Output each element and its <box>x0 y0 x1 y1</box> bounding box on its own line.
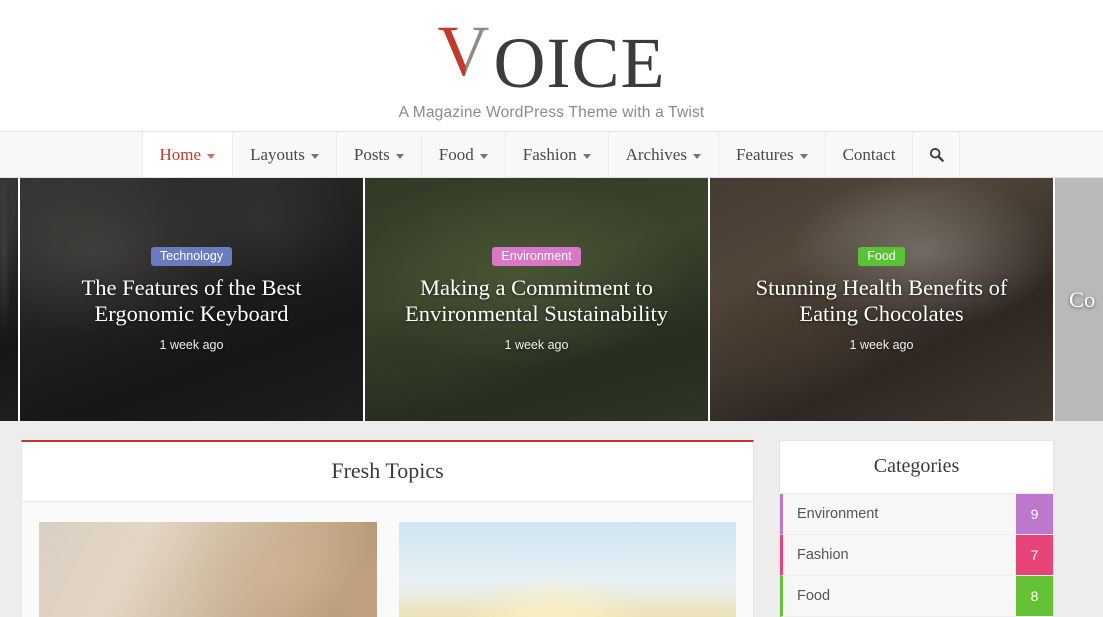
nav-item-food[interactable]: Food <box>420 132 506 177</box>
slide-content: Environment Making a Commitment to Enviro… <box>365 178 708 421</box>
slide-category-badge[interactable]: Food <box>858 247 905 266</box>
slider-slide-partial[interactable] <box>0 178 18 421</box>
nav-item-archives[interactable]: Archives <box>607 132 719 177</box>
category-count-badge: 7 <box>1016 535 1053 575</box>
chevron-down-icon <box>479 153 488 159</box>
main-navigation: Home Layouts Posts Food Fashion Archives Featu… <box>0 131 1103 178</box>
categories-widget-title: Categories <box>873 455 960 477</box>
site-logo[interactable]: V V OICE <box>438 15 666 100</box>
slide-content: Technology The Features of the Best Ergon… <box>20 178 363 421</box>
slide-title[interactable]: Co <box>1069 287 1095 313</box>
site-header: V V OICE A Magazine WordPress Theme with… <box>0 0 1103 131</box>
nav-item-label: Layouts <box>250 144 305 164</box>
logo-letter-v: V V <box>438 15 494 87</box>
category-name[interactable]: Environment <box>783 494 1016 534</box>
logo-text-rest: OICE <box>493 23 666 103</box>
content-wrapper: Fresh Topics Categories Environment 9 Fash… <box>0 421 1103 617</box>
category-count-badge: 9 <box>1016 494 1053 534</box>
topic-card[interactable] <box>398 522 736 617</box>
slider-slide[interactable]: Technology The Features of the Best Ergon… <box>20 178 363 421</box>
category-list-item[interactable]: Environment 9 <box>780 494 1053 535</box>
nav-item-contact[interactable]: Contact <box>824 132 914 177</box>
topic-grid <box>39 522 736 617</box>
slide-category-badge[interactable]: Environment <box>492 247 581 266</box>
nav-search-button[interactable] <box>912 132 961 177</box>
nav-item-layouts[interactable]: Layouts <box>232 132 337 177</box>
nav-item-posts[interactable]: Posts <box>335 132 422 177</box>
topic-card[interactable] <box>39 522 377 617</box>
slide-content <box>0 178 18 421</box>
nav-item-features[interactable]: Features <box>717 132 826 177</box>
nav-item-label: Contact <box>842 144 896 164</box>
slide-title[interactable]: Making a Commitment to Environmental Sus… <box>379 275 694 327</box>
slide-date: 1 week ago <box>849 338 914 352</box>
categories-widget: Categories Environment9Fashion7Food8Life… <box>779 440 1054 617</box>
nav-item-home[interactable]: Home <box>141 132 234 177</box>
slide-title[interactable]: The Features of the Best Ergonomic Keybo… <box>34 275 349 327</box>
nav-item-label: Archives <box>625 144 687 164</box>
chevron-down-icon <box>582 153 591 159</box>
fresh-topics-panel: Fresh Topics <box>21 440 754 617</box>
slide-date: 1 week ago <box>504 338 569 352</box>
search-icon <box>929 147 944 162</box>
chevron-down-icon <box>207 153 216 159</box>
fresh-topics-body <box>22 502 753 617</box>
chevron-down-icon <box>395 153 404 159</box>
fresh-topics-title: Fresh Topics <box>331 458 444 483</box>
nav-item-fashion[interactable]: Fashion <box>504 132 609 177</box>
categories-widget-header: Categories <box>780 441 1053 494</box>
category-name[interactable]: Fashion <box>783 535 1016 575</box>
topic-thumbnail[interactable] <box>398 522 736 617</box>
topic-thumbnail[interactable] <box>39 522 377 617</box>
nav-item-label: Fashion <box>522 144 577 164</box>
slide-date: 1 week ago <box>159 338 224 352</box>
slider-slide[interactable]: Environment Making a Commitment to Enviro… <box>365 178 708 421</box>
category-count-badge: 8 <box>1016 576 1053 616</box>
chevron-down-icon <box>310 153 319 159</box>
nav-item-label: Features <box>735 144 794 164</box>
fresh-topics-header: Fresh Topics <box>22 442 753 502</box>
slider-slide-partial[interactable]: Co <box>1055 178 1103 421</box>
slider-slide[interactable]: Food Stunning Health Benefits of Eating C… <box>710 178 1053 421</box>
slide-category-badge[interactable]: Technology <box>150 247 233 266</box>
slide-title[interactable]: Stunning Health Benefits of Eating Choco… <box>724 275 1039 327</box>
main-column: Fresh Topics <box>21 440 754 617</box>
nav-item-label: Food <box>438 144 474 164</box>
sidebar: Categories Environment9Fashion7Food8Life… <box>779 440 1054 617</box>
category-list-item[interactable]: Food 8 <box>780 576 1053 617</box>
featured-slider[interactable]: Technology The Features of the Best Ergon… <box>0 178 1103 421</box>
chevron-down-icon <box>799 153 808 159</box>
nav-item-label: Posts <box>353 144 390 164</box>
slide-content: Co <box>1055 178 1103 421</box>
category-list-item[interactable]: Fashion 7 <box>780 535 1053 576</box>
site-tagline: A Magazine WordPress Theme with a Twist <box>398 104 705 121</box>
slide-content: Food Stunning Health Benefits of Eating C… <box>710 178 1053 421</box>
nav-items-container: Home Layouts Posts Food Fashion Archives Featu… <box>141 132 961 177</box>
category-name[interactable]: Food <box>783 576 1016 616</box>
nav-item-label: Home <box>159 144 202 164</box>
chevron-down-icon <box>692 153 701 159</box>
categories-list: Environment9Fashion7Food8Lifestyle9 <box>780 494 1053 617</box>
